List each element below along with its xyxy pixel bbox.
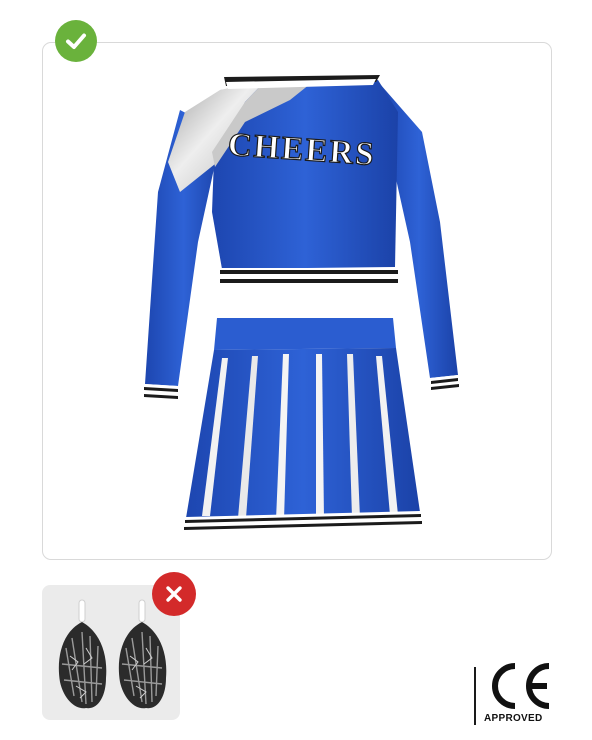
checkmark-icon [66,33,86,49]
ce-divider [474,667,476,725]
pompoms-image [58,599,167,709]
included-badge [55,20,97,62]
close-icon [166,586,182,602]
pleated-skirt [184,318,422,532]
ce-mark-logo [492,663,550,709]
ce-approved-label: APPROVED [484,713,543,724]
cheerleader-uniform-image: CHEERS [143,75,460,532]
not-included-badge [152,572,196,616]
